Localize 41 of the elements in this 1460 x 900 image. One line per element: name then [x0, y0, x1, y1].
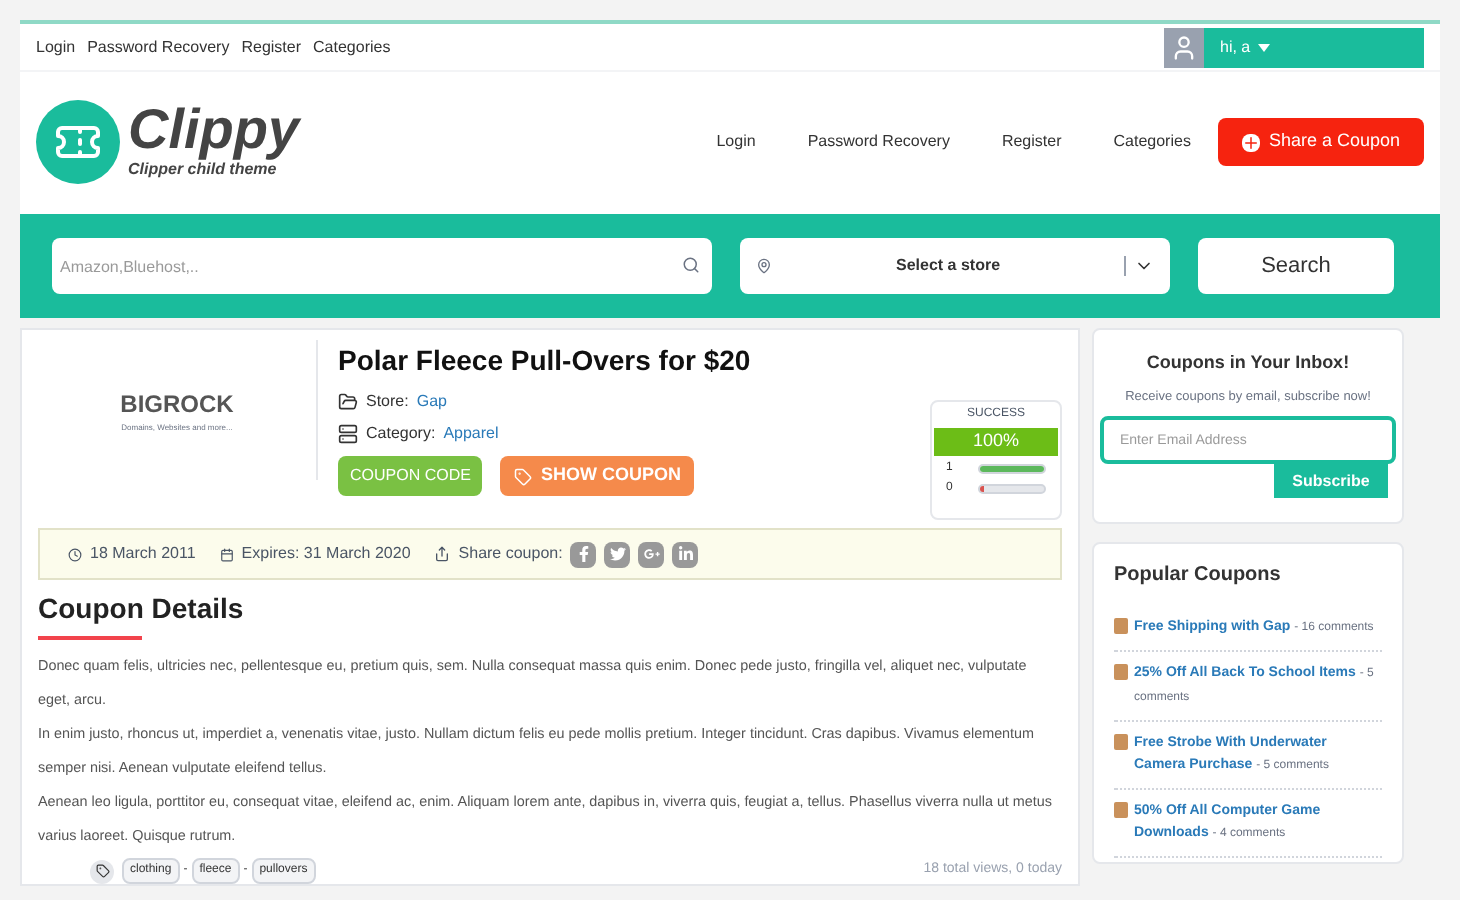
top-link[interactable]: Register: [241, 35, 302, 59]
logo-text: Clippy: [128, 102, 300, 158]
nav-link[interactable]: Categories: [1113, 130, 1191, 154]
caret-icon: [1258, 43, 1271, 51]
expiry-date: Expires: 31 March 2020: [241, 542, 411, 566]
top-link[interactable]: Login: [36, 35, 76, 59]
store-select[interactable]: Select a store: [740, 238, 1170, 294]
tag-icon: [514, 467, 533, 485]
share-icon: [434, 546, 451, 562]
success-percent: 100%: [934, 428, 1058, 455]
folder-icon: [338, 392, 358, 412]
popular-title: Popular Coupons: [1114, 562, 1283, 591]
social-icon[interactable]: [638, 541, 665, 567]
share-coupon-button[interactable]: Share a Coupon: [1218, 118, 1424, 166]
newsletter-title: Coupons in Your Inbox!: [1146, 350, 1350, 376]
logo-tagline: Clipper child theme: [128, 160, 279, 182]
calendar-icon: [219, 547, 234, 561]
share-label: Share coupon:: [458, 542, 563, 566]
nav-link[interactable]: Register: [1001, 130, 1062, 154]
search-icon: [682, 256, 700, 274]
store-link[interactable]: Gap: [416, 390, 447, 414]
top-link[interactable]: Password Recovery: [87, 35, 230, 59]
coupon-title: Polar Fleece Pull-Overs for $20: [338, 342, 753, 380]
search-field[interactable]: Amazon,Bluehost,..: [52, 238, 712, 294]
search-button[interactable]: Search: [1198, 238, 1394, 294]
ticket-logo-icon: [36, 100, 120, 184]
social-icon[interactable]: [570, 541, 597, 567]
clock-icon: [68, 547, 82, 561]
nav-link[interactable]: Login: [716, 130, 756, 154]
nav-link[interactable]: Password Recovery: [807, 130, 950, 154]
posted-date: 18 March 2011: [90, 542, 196, 566]
pin-icon: [756, 258, 772, 274]
social-icon[interactable]: [604, 541, 631, 567]
details-heading: Coupon Details: [38, 590, 246, 628]
category-link[interactable]: Apparel: [443, 422, 499, 446]
top-link[interactable]: Categories: [313, 35, 391, 59]
category-icon: [338, 424, 358, 444]
store-label: Store:: [366, 390, 409, 414]
plus-icon: [1242, 133, 1261, 151]
social-icon[interactable]: [672, 541, 699, 567]
category-label: Category:: [366, 422, 436, 446]
